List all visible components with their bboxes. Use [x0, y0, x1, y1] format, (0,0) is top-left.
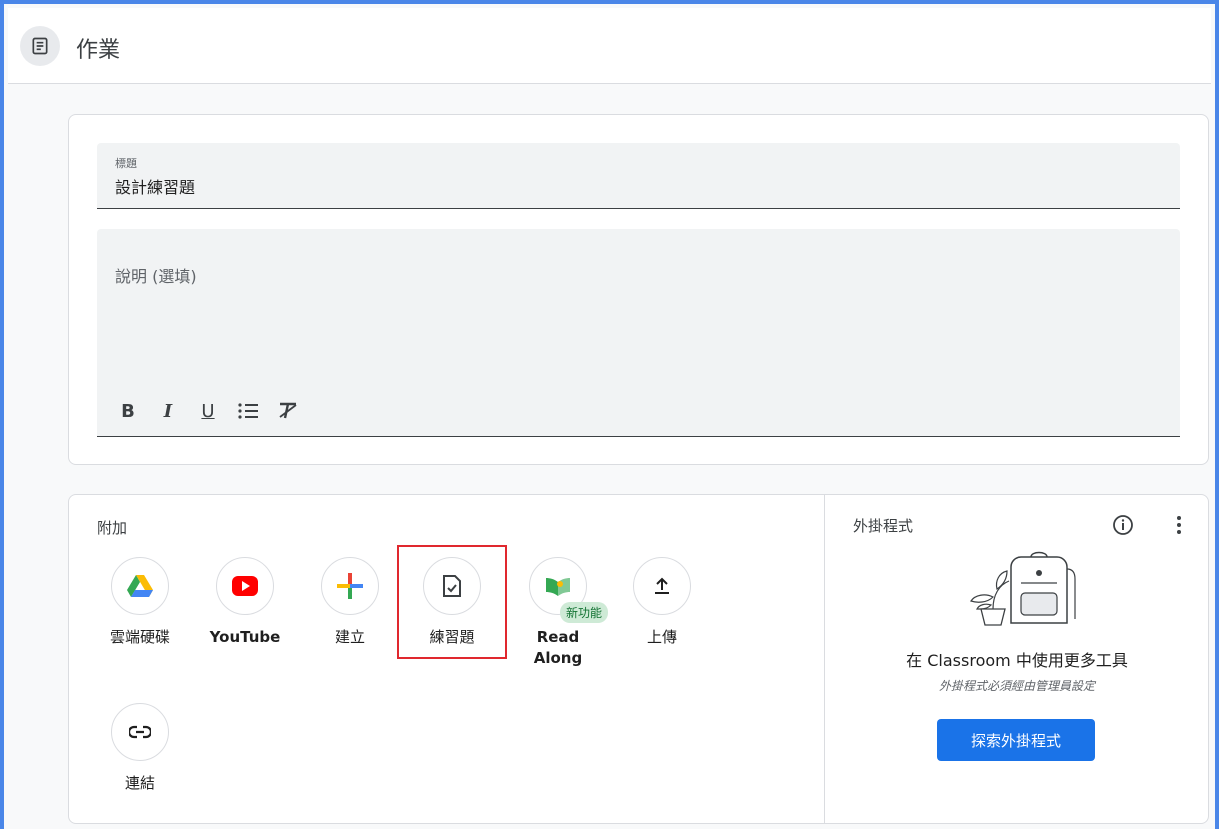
header-bar: 作業: [8, 8, 1211, 84]
google-drive-label: 雲端硬碟: [109, 628, 170, 646]
attach-section: 附加 雲端硬碟 YouTube 建立 練習題 新功能 Read Along 上傳…: [69, 495, 825, 823]
link-button[interactable]: [111, 703, 169, 761]
upload-icon: [655, 577, 669, 594]
clear-formatting-icon: [279, 402, 297, 419]
read-along-button[interactable]: 新功能: [529, 557, 609, 623]
link-icon: [129, 725, 151, 739]
google-drive-icon: [127, 575, 153, 597]
description-field[interactable]: 說明 (選填) B I U: [97, 229, 1180, 437]
upload-label: 上傳: [646, 628, 677, 646]
underline-button[interactable]: U: [191, 397, 225, 425]
upload-button[interactable]: [633, 557, 691, 615]
assignment-icon: [20, 26, 60, 66]
formatting-toolbar: B I U: [111, 397, 305, 425]
title-field[interactable]: 標題 設計練習題: [97, 143, 1180, 209]
italic-label: I: [163, 400, 173, 422]
attach-upload[interactable]: 上傳: [617, 557, 707, 648]
new-feature-badge: 新功能: [560, 602, 609, 623]
addons-heading: 在 Classroom 中使用更多工具: [906, 651, 1128, 670]
description-placeholder: 說明 (選填): [115, 267, 197, 286]
attach-youtube[interactable]: YouTube: [200, 557, 290, 648]
bold-button[interactable]: B: [111, 397, 145, 425]
link-label: 連結: [124, 774, 155, 792]
explore-addons-button[interactable]: 探索外掛程式: [937, 719, 1095, 761]
page-title: 作業: [76, 38, 121, 63]
addons-title: 外掛程式: [853, 517, 914, 535]
bold-label: B: [121, 400, 135, 422]
bulleted-list-button[interactable]: [231, 397, 265, 425]
italic-button[interactable]: I: [151, 397, 185, 425]
assignment-details-card: 標題 設計練習題 說明 (選填) B I U: [68, 114, 1209, 465]
create-label: 建立: [334, 628, 365, 646]
clear-formatting-button[interactable]: [271, 397, 305, 425]
read-along-icon: [546, 578, 570, 596]
google-drive-button[interactable]: [111, 557, 169, 615]
attach-label: 附加: [97, 519, 128, 537]
attach-google-drive[interactable]: 雲端硬碟: [95, 557, 185, 648]
title-field-value[interactable]: 設計練習題: [115, 174, 195, 198]
attach-create[interactable]: 建立: [305, 557, 395, 648]
backpack-illustration: [951, 549, 1081, 629]
create-button[interactable]: [321, 557, 379, 615]
youtube-button[interactable]: [216, 557, 274, 615]
youtube-label: YouTube: [209, 628, 281, 646]
underline-label: U: [201, 400, 215, 422]
highlight-box: [397, 545, 507, 659]
bulleted-list-icon: [238, 403, 258, 419]
attach-read-along[interactable]: 新功能 Read Along: [513, 557, 609, 669]
info-icon[interactable]: [1111, 513, 1135, 537]
window-frame: 作業 標題 設計練習題 說明 (選填) B I U 附加 雲端硬碟 YouTub…: [0, 0, 1219, 829]
plus-icon: [337, 573, 363, 599]
youtube-icon: [232, 576, 258, 596]
read-along-label: Read Along: [533, 628, 583, 667]
more-options-icon[interactable]: [1167, 513, 1191, 537]
attachments-card: 附加 雲端硬碟 YouTube 建立 練習題 新功能 Read Along 上傳…: [68, 494, 1209, 824]
addons-subtext: 外掛程式必須經由管理員設定: [938, 679, 1095, 693]
title-field-label: 標題: [115, 157, 137, 170]
addons-section: 外掛程式 在 Classroom 中使用更多工具 外掛程式必須經由管理員設定 探…: [825, 495, 1209, 823]
attach-link[interactable]: 連結: [95, 703, 185, 794]
